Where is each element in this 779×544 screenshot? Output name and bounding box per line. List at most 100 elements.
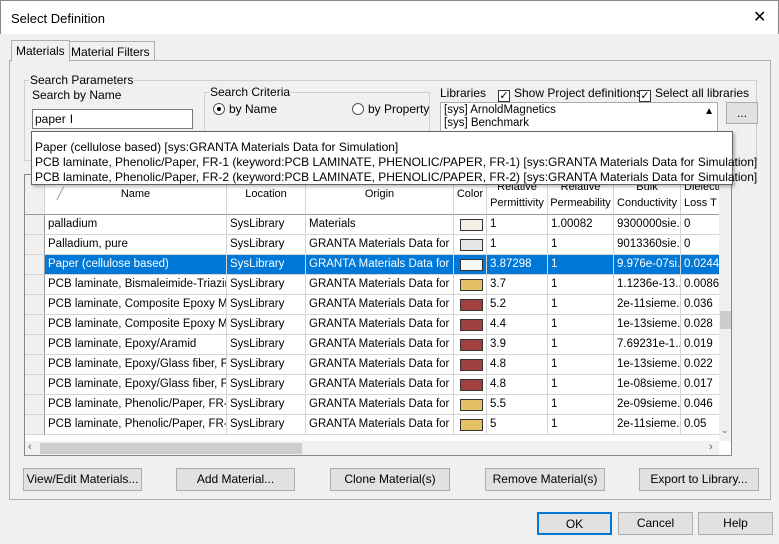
cell-color	[454, 275, 487, 295]
cell-loss: 0.028	[681, 315, 721, 335]
cell-loss: 0	[681, 235, 721, 255]
table-row[interactable]: PCB laminate, Epoxy/Glass fiber, F... Sys…	[25, 375, 721, 395]
cell-loss: 0	[681, 215, 721, 235]
row-header[interactable]	[25, 295, 45, 315]
row-header[interactable]	[25, 215, 45, 235]
autocomplete-item[interactable]: Paper (cellulose based) [sys:GRANTA Mate…	[35, 140, 398, 154]
cell-name: PCB laminate, Composite Epoxy Ma...	[45, 315, 227, 335]
row-header[interactable]	[25, 255, 45, 275]
window-title: Select Definition	[11, 11, 105, 26]
cancel-button[interactable]: Cancel	[618, 512, 693, 535]
table-row[interactable]: PCB laminate, Epoxy/Aramid SysLibrary GRAN…	[25, 335, 721, 355]
color-swatch	[460, 319, 483, 331]
row-header[interactable]	[25, 235, 45, 255]
cell-origin: GRANTA Materials Data for ...	[306, 295, 454, 315]
radio-by-name[interactable]: by Name	[213, 102, 277, 116]
cell-location: SysLibrary	[227, 315, 306, 335]
cell-loss: 0.0086	[681, 275, 721, 295]
cell-perm: 1	[487, 235, 548, 255]
library-item[interactable]: [sys] ArnoldMagnetics	[444, 104, 714, 117]
tab-material-filters[interactable]: Material Filters	[66, 41, 155, 61]
table-row[interactable]: PCB laminate, Bismaleimide-Triazine SysLi…	[25, 275, 721, 295]
row-header[interactable]	[25, 275, 45, 295]
cell-location: SysLibrary	[227, 415, 306, 435]
autocomplete-item[interactable]: PCB laminate, Phenolic/Paper, FR-1 (keyw…	[35, 155, 757, 169]
cell-perm: 5.5	[487, 395, 548, 415]
cell-location: SysLibrary	[227, 395, 306, 415]
help-button[interactable]: Help	[698, 512, 773, 535]
view-edit-materials-button[interactable]: View/Edit Materials...	[23, 468, 142, 491]
browse-libraries-button[interactable]: ...	[726, 102, 758, 124]
cell-cond: 1e-13sieme...	[614, 355, 681, 375]
search-parameters-label: Search Parameters	[30, 73, 134, 87]
search-input-value: paper	[35, 112, 66, 126]
scroll-left-icon[interactable]: ‹	[28, 441, 32, 453]
cell-perm: 3.87298	[487, 255, 548, 275]
vertical-scroll-thumb[interactable]	[720, 311, 731, 329]
cell-cond: 2e-09sieme...	[614, 395, 681, 415]
ok-button[interactable]: OK	[537, 512, 612, 535]
table-row[interactable]: PCB laminate, Phenolic/Paper, FR-2 SysLib…	[25, 415, 721, 435]
row-header[interactable]	[25, 315, 45, 335]
cell-cond: 1.1236e-13...	[614, 275, 681, 295]
tab-materials[interactable]: Materials	[11, 40, 70, 62]
horizontal-scroll-thumb[interactable]	[40, 443, 302, 454]
cell-permeab: 1	[548, 415, 614, 435]
close-icon[interactable]: ✕	[753, 7, 766, 27]
cell-permeab: 1	[548, 275, 614, 295]
row-header[interactable]	[25, 415, 45, 435]
cell-color	[454, 335, 487, 355]
show-project-checkbox[interactable]: ✓ Show Project definitions	[498, 86, 642, 102]
export-to-library-button[interactable]: Export to Library...	[639, 468, 759, 491]
cell-cond: 7.69231e-1...	[614, 335, 681, 355]
cell-permeab: 1	[548, 295, 614, 315]
cell-loss: 0.017	[681, 375, 721, 395]
cell-origin: Materials	[306, 215, 454, 235]
cell-location: SysLibrary	[227, 335, 306, 355]
scroll-down-icon[interactable]: ⌄	[721, 425, 729, 436]
cell-permeab: 1	[548, 255, 614, 275]
select-all-libraries-checkbox[interactable]: ✓ Select all libraries	[639, 86, 749, 102]
horizontal-scrollbar[interactable]: ‹ ›	[25, 441, 719, 455]
autocomplete-item[interactable]: PCB laminate, Phenolic/Paper, FR-2 (keyw…	[35, 170, 757, 184]
materials-table: ╱ Name Location Origin Color Relative Perm…	[24, 174, 732, 456]
text-cursor-icon: I	[69, 112, 74, 126]
radio-by-property[interactable]: by Property	[352, 102, 429, 116]
table-row[interactable]: PCB laminate, Epoxy/Glass fiber, F... Sys…	[25, 355, 721, 375]
color-swatch	[460, 419, 483, 431]
table-row[interactable]: PCB laminate, Composite Epoxy Ma... SysLi…	[25, 315, 721, 335]
add-material-button[interactable]: Add Material...	[176, 468, 295, 491]
cell-cond: 9013360sie...	[614, 235, 681, 255]
cell-name: PCB laminate, Bismaleimide-Triazine	[45, 275, 227, 295]
library-item[interactable]: [sys] Benchmark	[444, 117, 714, 130]
scroll-right-icon[interactable]: ›	[709, 441, 713, 453]
checkbox-label: Select all libraries	[655, 86, 750, 100]
search-input[interactable]: paper I	[32, 109, 193, 129]
remove-materials-button[interactable]: Remove Material(s)	[485, 468, 605, 491]
cell-name: PCB laminate, Composite Epoxy Ma...	[45, 295, 227, 315]
cell-cond: 9300000sie...	[614, 215, 681, 235]
table-row[interactable]: PCB laminate, Phenolic/Paper, FR-1 SysLib…	[25, 395, 721, 415]
row-header[interactable]	[25, 375, 45, 395]
clone-materials-button[interactable]: Clone Material(s)	[330, 468, 450, 491]
checkbox-checked-icon: ✓	[639, 90, 651, 102]
table-row[interactable]: palladium SysLibrary Materials 1 1.00082 9300…	[25, 215, 721, 235]
header-text: Conductivity	[617, 197, 677, 209]
cell-color	[454, 255, 487, 275]
cell-loss: 0.019	[681, 335, 721, 355]
scroll-up-icon[interactable]: ▲	[704, 105, 714, 118]
cell-color	[454, 315, 487, 335]
cell-name: Paper (cellulose based)	[45, 255, 227, 275]
row-header[interactable]	[25, 335, 45, 355]
cell-color	[454, 215, 487, 235]
table-row[interactable]: Palladium, pure SysLibrary GRANTA Material…	[25, 235, 721, 255]
cell-color	[454, 355, 487, 375]
vertical-scrollbar[interactable]: ⌄	[719, 175, 731, 441]
table-row[interactable]: Paper (cellulose based) SysLibrary GRANTA …	[25, 255, 721, 275]
row-header[interactable]	[25, 355, 45, 375]
row-header[interactable]	[25, 395, 45, 415]
color-swatch	[460, 299, 483, 311]
table-row[interactable]: PCB laminate, Composite Epoxy Ma... SysLi…	[25, 295, 721, 315]
cell-origin: GRANTA Materials Data for ...	[306, 415, 454, 435]
cell-color	[454, 375, 487, 395]
